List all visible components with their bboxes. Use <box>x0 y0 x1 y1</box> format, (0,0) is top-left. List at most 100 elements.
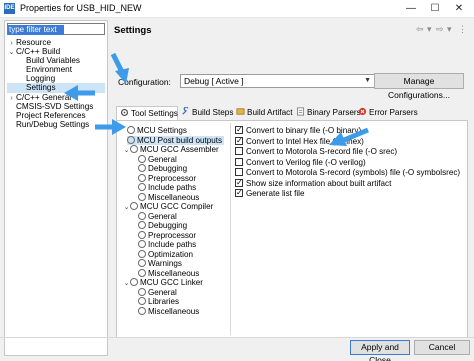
sidebar-item-project-references[interactable]: Project References <box>7 111 105 120</box>
tree-item-compiler-include-paths[interactable]: Include paths <box>138 240 196 249</box>
filter-input[interactable] <box>8 24 64 35</box>
tree-item-assembler-miscellaneous[interactable]: Miscellaneous <box>138 192 200 202</box>
sidebar-item-logging[interactable]: Logging <box>7 74 105 83</box>
option-convert-srec[interactable]: Convert to Motorola S-record file (-O sr… <box>235 147 397 157</box>
tree-item-compiler-preprocessor[interactable]: Preprocessor <box>138 230 197 240</box>
tab-build-artifact[interactable]: Build Artifact <box>236 106 293 120</box>
sidebar-item-cpp-build[interactable]: ⌄ C/C++ Build <box>7 47 105 56</box>
option-generate-list[interactable]: Generate list file <box>235 188 304 199</box>
back-icon[interactable]: ⇦ <box>416 24 424 35</box>
tree-item-compiler-miscellaneous[interactable]: Miscellaneous <box>138 268 200 278</box>
tree-item-label: Miscellaneous <box>148 306 200 316</box>
tab-binary-parsers[interactable]: Binary Parsers <box>296 106 361 120</box>
sidebar-item-build-variables[interactable]: Build Variables <box>7 56 105 65</box>
checkbox-checked[interactable] <box>235 178 243 187</box>
forward-icon[interactable]: ⇨ <box>436 24 444 35</box>
tree-item-label: Preprocessor <box>148 173 197 183</box>
gear-icon <box>138 306 146 315</box>
tree-item-compiler[interactable]: ⌄ MCU GCC Compiler <box>123 202 213 211</box>
tool-icon <box>120 108 129 117</box>
sidebar-item-label: Run/Debug Settings <box>16 119 90 129</box>
sidebar-item-environment[interactable]: Environment <box>7 65 105 74</box>
collapse-icon[interactable]: ⌄ <box>123 146 130 155</box>
tree-item-assembler[interactable]: ⌄ MCU GCC Assembler <box>123 145 219 154</box>
tree-item-label: Debugging <box>148 221 188 230</box>
configuration-row: Configuration: Debug [ Active ] ▼ Manage… <box>116 73 468 100</box>
tree-item-assembler-general[interactable]: General <box>138 154 177 164</box>
checkbox-checked[interactable] <box>235 125 243 134</box>
gear-icon <box>138 221 146 229</box>
collapse-icon[interactable]: ⌄ <box>123 279 130 288</box>
collapse-icon[interactable]: ⌄ <box>123 203 130 212</box>
tree-item-label: Debugging <box>148 164 188 173</box>
tree-item-compiler-warnings[interactable]: Warnings <box>138 259 182 268</box>
gear-icon <box>130 145 138 153</box>
gear-icon <box>138 297 146 305</box>
gear-icon <box>138 183 146 191</box>
tree-item-label: Libraries <box>148 297 180 306</box>
gear-icon <box>130 202 138 210</box>
gear-icon <box>127 135 135 144</box>
option-label: Show size information about built artifa… <box>246 178 392 188</box>
more-icon[interactable]: ⋮ <box>458 24 467 35</box>
checkbox-checked[interactable] <box>235 188 243 197</box>
sidebar-item-label: Resource <box>16 38 52 47</box>
sidebar-item-run-debug[interactable]: Run/Debug Settings <box>7 120 105 129</box>
tree-item-label: Warnings <box>148 259 182 268</box>
tree-item-compiler-general[interactable]: General <box>138 211 177 221</box>
sidebar-item-label: Build Variables <box>26 56 81 66</box>
close-button[interactable]: ✕ <box>448 1 470 16</box>
option-show-size[interactable]: Show size information about built artifa… <box>235 178 392 189</box>
option-label: Convert to Motorola S-record (symbols) f… <box>246 168 461 177</box>
tree-item-assembler-debugging[interactable]: Debugging <box>138 164 187 173</box>
settings-page: Settings ⇦ ▾ ⇨ ▾ ⋮ Configuration: Debug … <box>112 20 470 356</box>
tree-item-linker-libraries[interactable]: Libraries <box>138 297 179 306</box>
sidebar-item-label: CMSIS-SVD Settings <box>16 101 94 111</box>
tree-item-label: Preprocessor <box>148 230 197 240</box>
gear-icon <box>138 268 146 277</box>
gear-icon <box>138 240 146 248</box>
tree-item-compiler-optimization[interactable]: Optimization <box>138 249 193 259</box>
maximize-button[interactable]: ☐ <box>424 1 446 16</box>
checkbox-unchecked[interactable] <box>235 147 243 155</box>
minimize-button[interactable]: — <box>400 1 422 16</box>
tree-item-linker-general[interactable]: General <box>138 287 177 297</box>
tree-item-label: Optimization <box>148 249 193 259</box>
annotation-arrow-icon <box>95 119 126 135</box>
configuration-select[interactable]: Debug [ Active ] ▼ <box>180 74 375 88</box>
tree-item-compiler-debugging[interactable]: Debugging <box>138 221 187 230</box>
tab-build-steps[interactable]: Build Steps <box>181 106 233 120</box>
tree-item-label: General <box>148 154 177 164</box>
tab-label: Build Artifact <box>247 108 293 117</box>
tree-item-assembler-include-paths[interactable]: Include paths <box>138 183 196 192</box>
manage-configurations-button[interactable]: Manage Configurations... <box>374 73 464 100</box>
tree-item-label: Miscellaneous <box>148 268 200 278</box>
checkbox-unchecked[interactable] <box>235 157 243 166</box>
window-title: Properties for USB_HID_NEW <box>20 3 142 13</box>
chevron-down-icon: ▼ <box>364 77 371 84</box>
checkbox-checked[interactable] <box>235 136 243 145</box>
sidebar-item-cmsis-svd[interactable]: CMSIS-SVD Settings <box>7 102 105 111</box>
option-convert-symbolsrec[interactable]: Convert to Motorola S-record (symbols) f… <box>235 168 460 178</box>
option-label: Convert to Verilog file (-O verilog) <box>246 157 366 167</box>
gear-icon <box>138 154 146 163</box>
checkbox-unchecked[interactable] <box>235 168 243 176</box>
forward-menu-icon[interactable]: ▾ <box>447 24 452 35</box>
filter-field[interactable] <box>7 23 105 35</box>
tree-item-mcu-post-build[interactable]: MCU Post build outputs <box>127 135 225 145</box>
sidebar-item-resource[interactable]: › Resource <box>7 38 105 47</box>
tab-label: Error Parsers <box>369 108 418 117</box>
tree-item-mcu-settings[interactable]: MCU Settings <box>127 126 187 135</box>
cancel-button[interactable]: Cancel <box>414 340 470 355</box>
tree-item-label: General <box>148 287 177 297</box>
tree-item-linker[interactable]: ⌄ MCU GCC Linker <box>123 278 203 287</box>
tree-item-linker-miscellaneous[interactable]: Miscellaneous <box>138 306 200 316</box>
tab-error-parsers[interactable]: Error Parsers <box>358 106 418 120</box>
tree-item-label: Miscellaneous <box>148 192 200 202</box>
tree-item-assembler-preprocessor[interactable]: Preprocessor <box>138 173 197 183</box>
back-menu-icon[interactable]: ▾ <box>427 24 432 35</box>
sidebar-item-label: C/C++ Build <box>16 47 61 57</box>
gear-icon <box>138 230 146 239</box>
apply-and-close-button[interactable]: Apply and Close <box>350 340 410 361</box>
option-convert-verilog[interactable]: Convert to Verilog file (-O verilog) <box>235 157 366 168</box>
